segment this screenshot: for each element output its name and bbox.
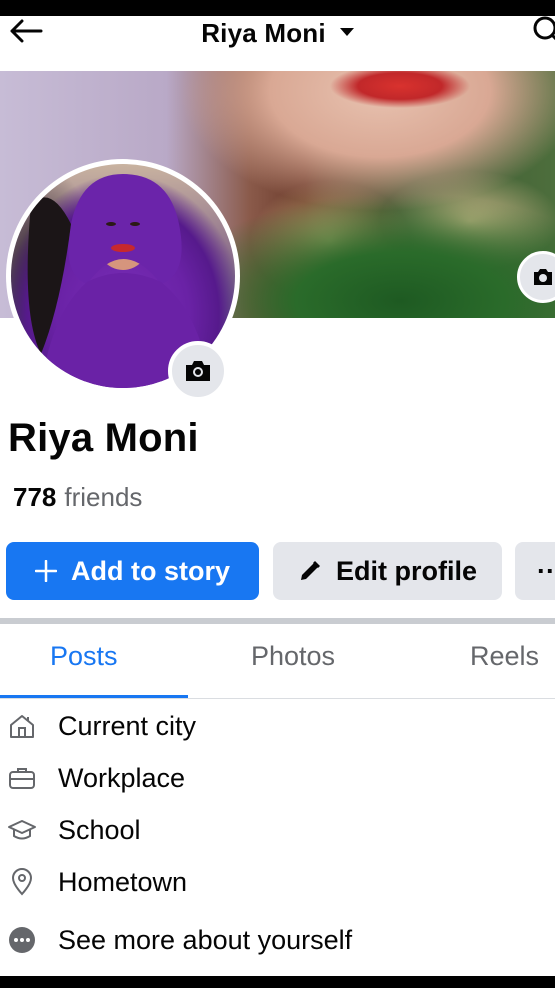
home-icon [0, 711, 44, 741]
graduation-cap-icon [0, 815, 44, 845]
camera-icon [186, 361, 210, 381]
search-button[interactable] [531, 16, 555, 48]
friends-label: friends [64, 482, 143, 512]
profile-name: Riya Moni [8, 416, 199, 460]
edit-cover-button[interactable] [517, 251, 555, 303]
detail-label: Current city [58, 710, 197, 741]
header-title: Riya Moni [201, 18, 326, 48]
add-to-story-button[interactable]: Add to story [6, 542, 259, 600]
detail-hometown[interactable]: Hometown [0, 859, 555, 905]
detail-label: Workplace [58, 762, 186, 793]
briefcase-icon [0, 763, 44, 793]
header-profile-switcher[interactable]: Riya Moni [0, 18, 555, 49]
plus-icon [35, 560, 57, 582]
profile-screen: Riya Moni Riya Moni 778 friends Add to s… [0, 16, 555, 976]
edit-profile-button[interactable]: Edit profile [273, 542, 502, 600]
friends-number: 778 [13, 482, 57, 512]
top-bar: Riya Moni [0, 16, 555, 71]
edit-profile-label: Edit profile [336, 555, 477, 586]
tab-posts[interactable]: Posts [50, 641, 118, 672]
tab-photos[interactable]: Photos [251, 641, 335, 672]
detail-current-city[interactable]: Current city [0, 703, 555, 749]
friends-count[interactable]: 778 friends [13, 482, 142, 513]
tab-reels[interactable]: Reels [470, 641, 539, 672]
edit-profile-picture-button[interactable] [168, 341, 228, 401]
detail-label: School [58, 814, 141, 845]
tabs-bottom-border [0, 698, 555, 699]
caret-down-icon [339, 28, 354, 37]
pencil-icon [298, 559, 322, 583]
section-divider [0, 618, 555, 624]
more-dots-icon [0, 925, 44, 955]
detail-label: See more about yourself [58, 924, 353, 955]
add-to-story-label: Add to story [71, 555, 230, 586]
detail-see-more[interactable]: See more about yourself [0, 917, 555, 963]
more-options-label: ·· [537, 555, 555, 586]
search-icon [533, 16, 555, 41]
detail-school[interactable]: School [0, 807, 555, 853]
more-options-button[interactable]: ·· [515, 542, 555, 600]
detail-workplace[interactable]: Workplace [0, 755, 555, 801]
location-pin-icon [0, 867, 44, 897]
camera-icon [534, 269, 552, 285]
detail-label: Hometown [58, 866, 188, 897]
